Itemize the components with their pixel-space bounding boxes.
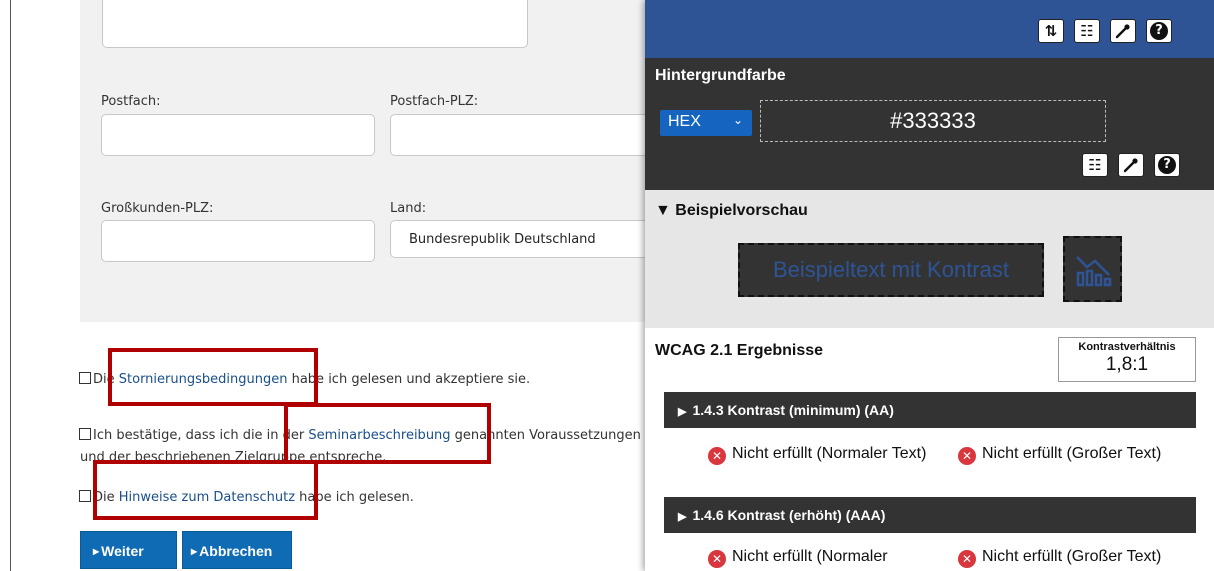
criterion-label: 1.4.3 Kontrast (minimum) (AA) — [692, 402, 894, 418]
grosskunden-plz-input[interactable] — [101, 220, 375, 262]
land-select-value: Bundesrepublik Deutschland — [409, 232, 596, 247]
consent-text: Die — [93, 372, 119, 387]
stornierungsbedingungen-link[interactable]: Stornierungsbedingungen — [119, 372, 288, 387]
result-label: Nicht erfüllt (Großer Text) — [982, 445, 1162, 462]
contrast-ratio-label: Kontrastverhältnis — [1078, 341, 1176, 353]
address-input[interactable] — [102, 0, 528, 48]
weiter-button[interactable]: ▶ Weiter — [80, 531, 177, 569]
consent-seminar: Ich bestätige, dass ich die in der Semin… — [79, 428, 641, 444]
contrast-checker-panel: ⇅ ☷ ? Hintergrundfarbe HEX ⌄ #333333 ☷ ?… — [645, 0, 1214, 571]
result-normal-text: ✕ Nicht erfüllt (Normaler Text) — [708, 443, 938, 465]
consent-stornierung-checkbox[interactable] — [79, 372, 91, 384]
page-border-line — [10, 0, 11, 571]
abbrechen-button[interactable]: ▶ Abbrechen — [182, 531, 292, 569]
consent-datenschutz-checkbox[interactable] — [79, 490, 91, 502]
color-format-value: HEX — [668, 113, 701, 130]
help-icon[interactable]: ? — [1146, 19, 1172, 43]
hex-value-input[interactable]: #333333 — [760, 100, 1106, 142]
chevron-down-icon: ⌄ — [732, 113, 743, 127]
sliders-icon[interactable]: ☷ — [1082, 153, 1108, 177]
abbrechen-label: Abbrechen — [199, 543, 273, 559]
triangle-right-icon: ▶ — [678, 406, 687, 418]
eyedropper-icon[interactable] — [1118, 153, 1144, 177]
land-label: Land: — [390, 201, 427, 216]
criterion-1-4-3-toggle[interactable]: ▶ 1.4.3 Kontrast (minimum) (AA) — [664, 392, 1196, 428]
contrast-ratio-box: Kontrastverhältnis 1,8:1 — [1058, 337, 1196, 382]
postfach-label: Postfach: — [101, 94, 161, 109]
datenschutz-link[interactable]: Hinweise zum Datenschutz — [119, 490, 295, 505]
consent-text: habe ich gelesen. — [295, 490, 414, 505]
triangle-right-icon: ▶ — [678, 511, 687, 523]
fail-icon: ✕ — [958, 447, 976, 465]
criterion-1-4-6-toggle[interactable]: ▶ 1.4.6 Kontrast (erhöht) (AAA) — [664, 497, 1196, 533]
background-color-title: Hintergrundfarbe — [655, 67, 786, 84]
arrow-right-icon: ▶ — [191, 547, 198, 556]
result-label: Nicht erfüllt (Großer Text) — [982, 548, 1162, 565]
result-large-text: ✕ Nicht erfüllt (Großer Text) — [958, 443, 1214, 465]
grosskunden-plz-label: Großkunden-PLZ: — [101, 201, 214, 216]
preview-title: Beispielvorschau — [675, 202, 808, 219]
preview-section: ▼ Beispielvorschau Beispieltext mit Kont… — [645, 190, 1214, 328]
eyedropper-icon[interactable] — [1110, 19, 1136, 43]
consent-text: genannten Voraussetzungen — [450, 428, 641, 443]
consent-stornierung: Die Stornierungsbedingungen habe ich gel… — [79, 372, 530, 388]
seminarbeschreibung-link[interactable]: Seminarbeschreibung — [308, 428, 450, 443]
consent-seminar-line2: und der beschriebenen Zielgruppe entspre… — [80, 450, 387, 465]
sliders-icon[interactable]: ☷ — [1074, 19, 1100, 43]
checker-toolbar: ⇅ ☷ ? — [645, 0, 1214, 58]
chart-preview-icon — [1063, 236, 1122, 302]
consent-seminar-checkbox[interactable] — [79, 428, 91, 440]
result-normal-text: ✕ Nicht erfüllt (Normaler — [708, 546, 938, 568]
result-label: Nicht erfüllt (Normaler Text) — [732, 445, 927, 462]
postfach-plz-input[interactable] — [390, 114, 660, 156]
consent-text: Ich bestätige, dass ich die in der — [93, 428, 309, 443]
consent-text: Die — [93, 490, 119, 505]
criterion-label: 1.4.6 Kontrast (erhöht) (AAA) — [692, 507, 886, 523]
triangle-down-icon: ▼ — [655, 202, 676, 219]
arrow-right-icon: ▶ — [93, 547, 100, 556]
postfach-plz-label: Postfach-PLZ: — [390, 94, 479, 109]
background-color-section: Hintergrundfarbe HEX ⌄ #333333 ☷ ? — [645, 58, 1214, 190]
contrast-ratio-value: 1,8:1 — [1105, 354, 1149, 375]
help-icon[interactable]: ? — [1154, 153, 1180, 177]
address-form-panel: Postfach: Postfach-PLZ: Großkunden-PLZ: … — [80, 0, 660, 322]
color-format-select[interactable]: HEX ⌄ — [660, 110, 752, 136]
fail-icon: ✕ — [708, 550, 726, 568]
swap-icon[interactable]: ⇅ — [1038, 19, 1064, 43]
wcag-results-title: WCAG 2.1 Ergebnisse — [655, 342, 824, 359]
preview-text-box: Beispieltext mit Kontrast — [738, 243, 1044, 297]
land-select[interactable]: Bundesrepublik Deutschland — [390, 220, 660, 258]
result-large-text: ✕ Nicht erfüllt (Großer Text) — [958, 546, 1214, 568]
consent-text: habe ich gelesen und akzeptiere sie. — [287, 372, 531, 387]
consent-datenschutz: Die Hinweise zum Datenschutz habe ich ge… — [79, 490, 414, 506]
preview-toggle[interactable]: ▼ Beispielvorschau — [655, 202, 808, 220]
fail-icon: ✕ — [708, 447, 726, 465]
fail-icon: ✕ — [958, 550, 976, 568]
postfach-input[interactable] — [101, 114, 375, 156]
result-label: Nicht erfüllt (Normaler — [732, 548, 888, 565]
weiter-label: Weiter — [101, 543, 144, 559]
